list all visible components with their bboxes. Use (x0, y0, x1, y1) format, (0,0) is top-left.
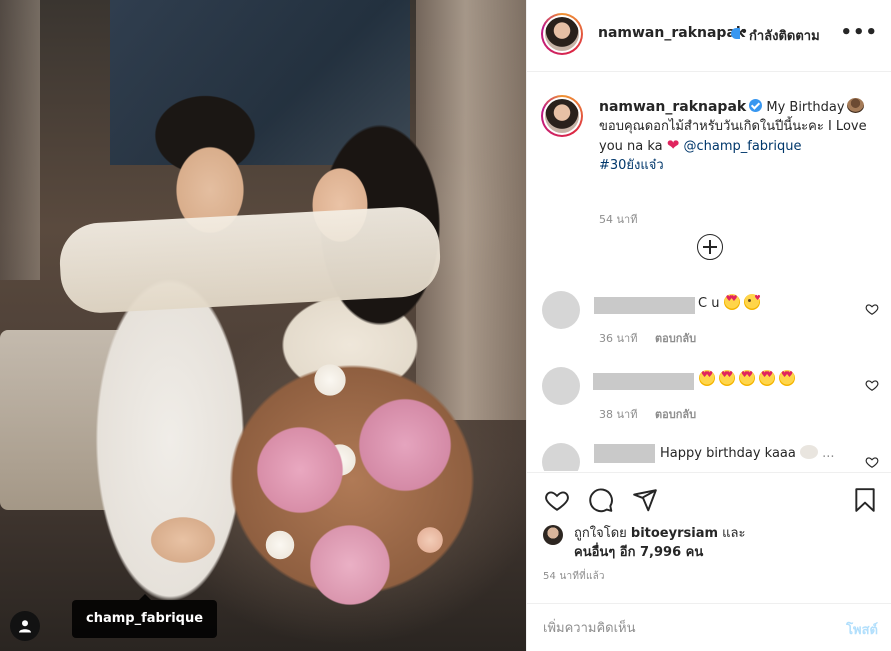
liked-by-prefix: ถูกใจโดย (574, 526, 627, 541)
comment-icon[interactable] (588, 487, 614, 513)
commenter-name-redacted (594, 297, 695, 314)
cake-emoji-icon (846, 98, 864, 113)
post-actions: ถูกใจโดย bitoeyrsiam และ คนอื่นๆ อีก 7,9… (527, 472, 891, 651)
load-more-comments-icon[interactable] (697, 234, 723, 260)
comment-like-heart-icon[interactable] (865, 302, 879, 316)
likes-count[interactable]: คนอื่นๆ อีก 7,996 คน (574, 545, 703, 560)
verified-badge-icon (731, 28, 740, 39)
heart-eyes-emoji-icon (739, 370, 755, 386)
reply-button[interactable]: ตอบกลับ (655, 405, 696, 423)
red-heart-emoji-icon: ❤ (666, 136, 680, 154)
post-side-panel: namwan_raknapak • กำลังติดตาม ••• namwan… (526, 0, 891, 651)
comment-item: Happy birthday kaaa ... (541, 443, 881, 471)
comment-like-heart-icon[interactable] (865, 378, 879, 392)
lamp (0, 0, 40, 280)
emoji-icon (800, 445, 818, 459)
commenter-avatar[interactable] (542, 367, 580, 405)
comment-text: C u (698, 294, 764, 311)
comment-time[interactable]: 38 นาที (599, 405, 637, 423)
flower-bouquet (180, 320, 525, 651)
verified-badge-icon (749, 99, 763, 112)
comments-section[interactable]: namwan_raknapak My Birthday ขอบคุณดอกไม้… (527, 73, 891, 471)
caption-timestamp[interactable]: 54 นาที (599, 210, 637, 228)
comment-text (699, 370, 799, 387)
caption-avatar[interactable] (541, 95, 583, 137)
post-comment-button[interactable]: โพสต์ (846, 619, 878, 640)
heart-eyes-emoji-icon (699, 370, 715, 386)
heart-eyes-emoji-icon (723, 294, 740, 310)
kiss-emoji-icon (743, 294, 761, 310)
liker-avatar[interactable] (543, 525, 563, 545)
commenter-avatar[interactable] (542, 291, 580, 329)
caption-text: namwan_raknapak My Birthday ขอบคุณดอกไม้… (599, 98, 879, 175)
share-icon[interactable] (632, 487, 658, 513)
photo-tag-label[interactable]: champ_fabrique (72, 594, 218, 638)
caption-mention[interactable]: @champ_fabrique (683, 139, 801, 154)
commenter-avatar[interactable] (542, 443, 580, 471)
comment-item: C u 36 นาที ตอบกลับ (541, 291, 881, 351)
reply-button[interactable]: ตอบกลับ (655, 329, 696, 347)
user-tag-icon[interactable] (10, 611, 40, 641)
more-options-icon[interactable]: ••• (840, 22, 878, 43)
caption-username[interactable]: namwan_raknapak (599, 99, 746, 115)
heart-eyes-emoji-icon (759, 370, 775, 386)
bookmark-icon[interactable] (852, 487, 878, 513)
liker-username[interactable]: bitoeyrsiam (631, 526, 718, 541)
commenter-name-redacted (593, 373, 694, 390)
heart-eyes-emoji-icon (779, 370, 795, 386)
separator-dot: • (740, 24, 749, 40)
liked-by-and: และ (722, 526, 746, 541)
commenter-name-redacted (594, 444, 655, 463)
post-header: namwan_raknapak • กำลังติดตาม ••• (527, 0, 891, 72)
add-comment-input[interactable] (543, 604, 813, 651)
comment-text: Happy birthday kaaa ... (660, 445, 835, 461)
post-photo[interactable]: champ_fabrique (0, 0, 526, 651)
comment-like-heart-icon[interactable] (865, 455, 879, 469)
hand (135, 505, 230, 575)
avatar[interactable] (541, 13, 583, 55)
caption-line-1: My Birthday (766, 100, 845, 115)
comment-item: 38 นาที ตอบกลับ (541, 367, 881, 427)
heart-eyes-emoji-icon (719, 370, 735, 386)
post-timestamp[interactable]: 54 นาทีที่แล้ว (543, 569, 605, 584)
comment-form: โพสต์ (527, 603, 891, 651)
following-button[interactable]: กำลังติดตาม (749, 25, 820, 46)
caption-hashtag[interactable]: #30ยังแจ๋ว (599, 158, 664, 173)
heart-icon[interactable] (544, 487, 570, 513)
author-username[interactable]: namwan_raknapak (598, 25, 745, 41)
comment-time[interactable]: 36 นาที (599, 329, 637, 347)
